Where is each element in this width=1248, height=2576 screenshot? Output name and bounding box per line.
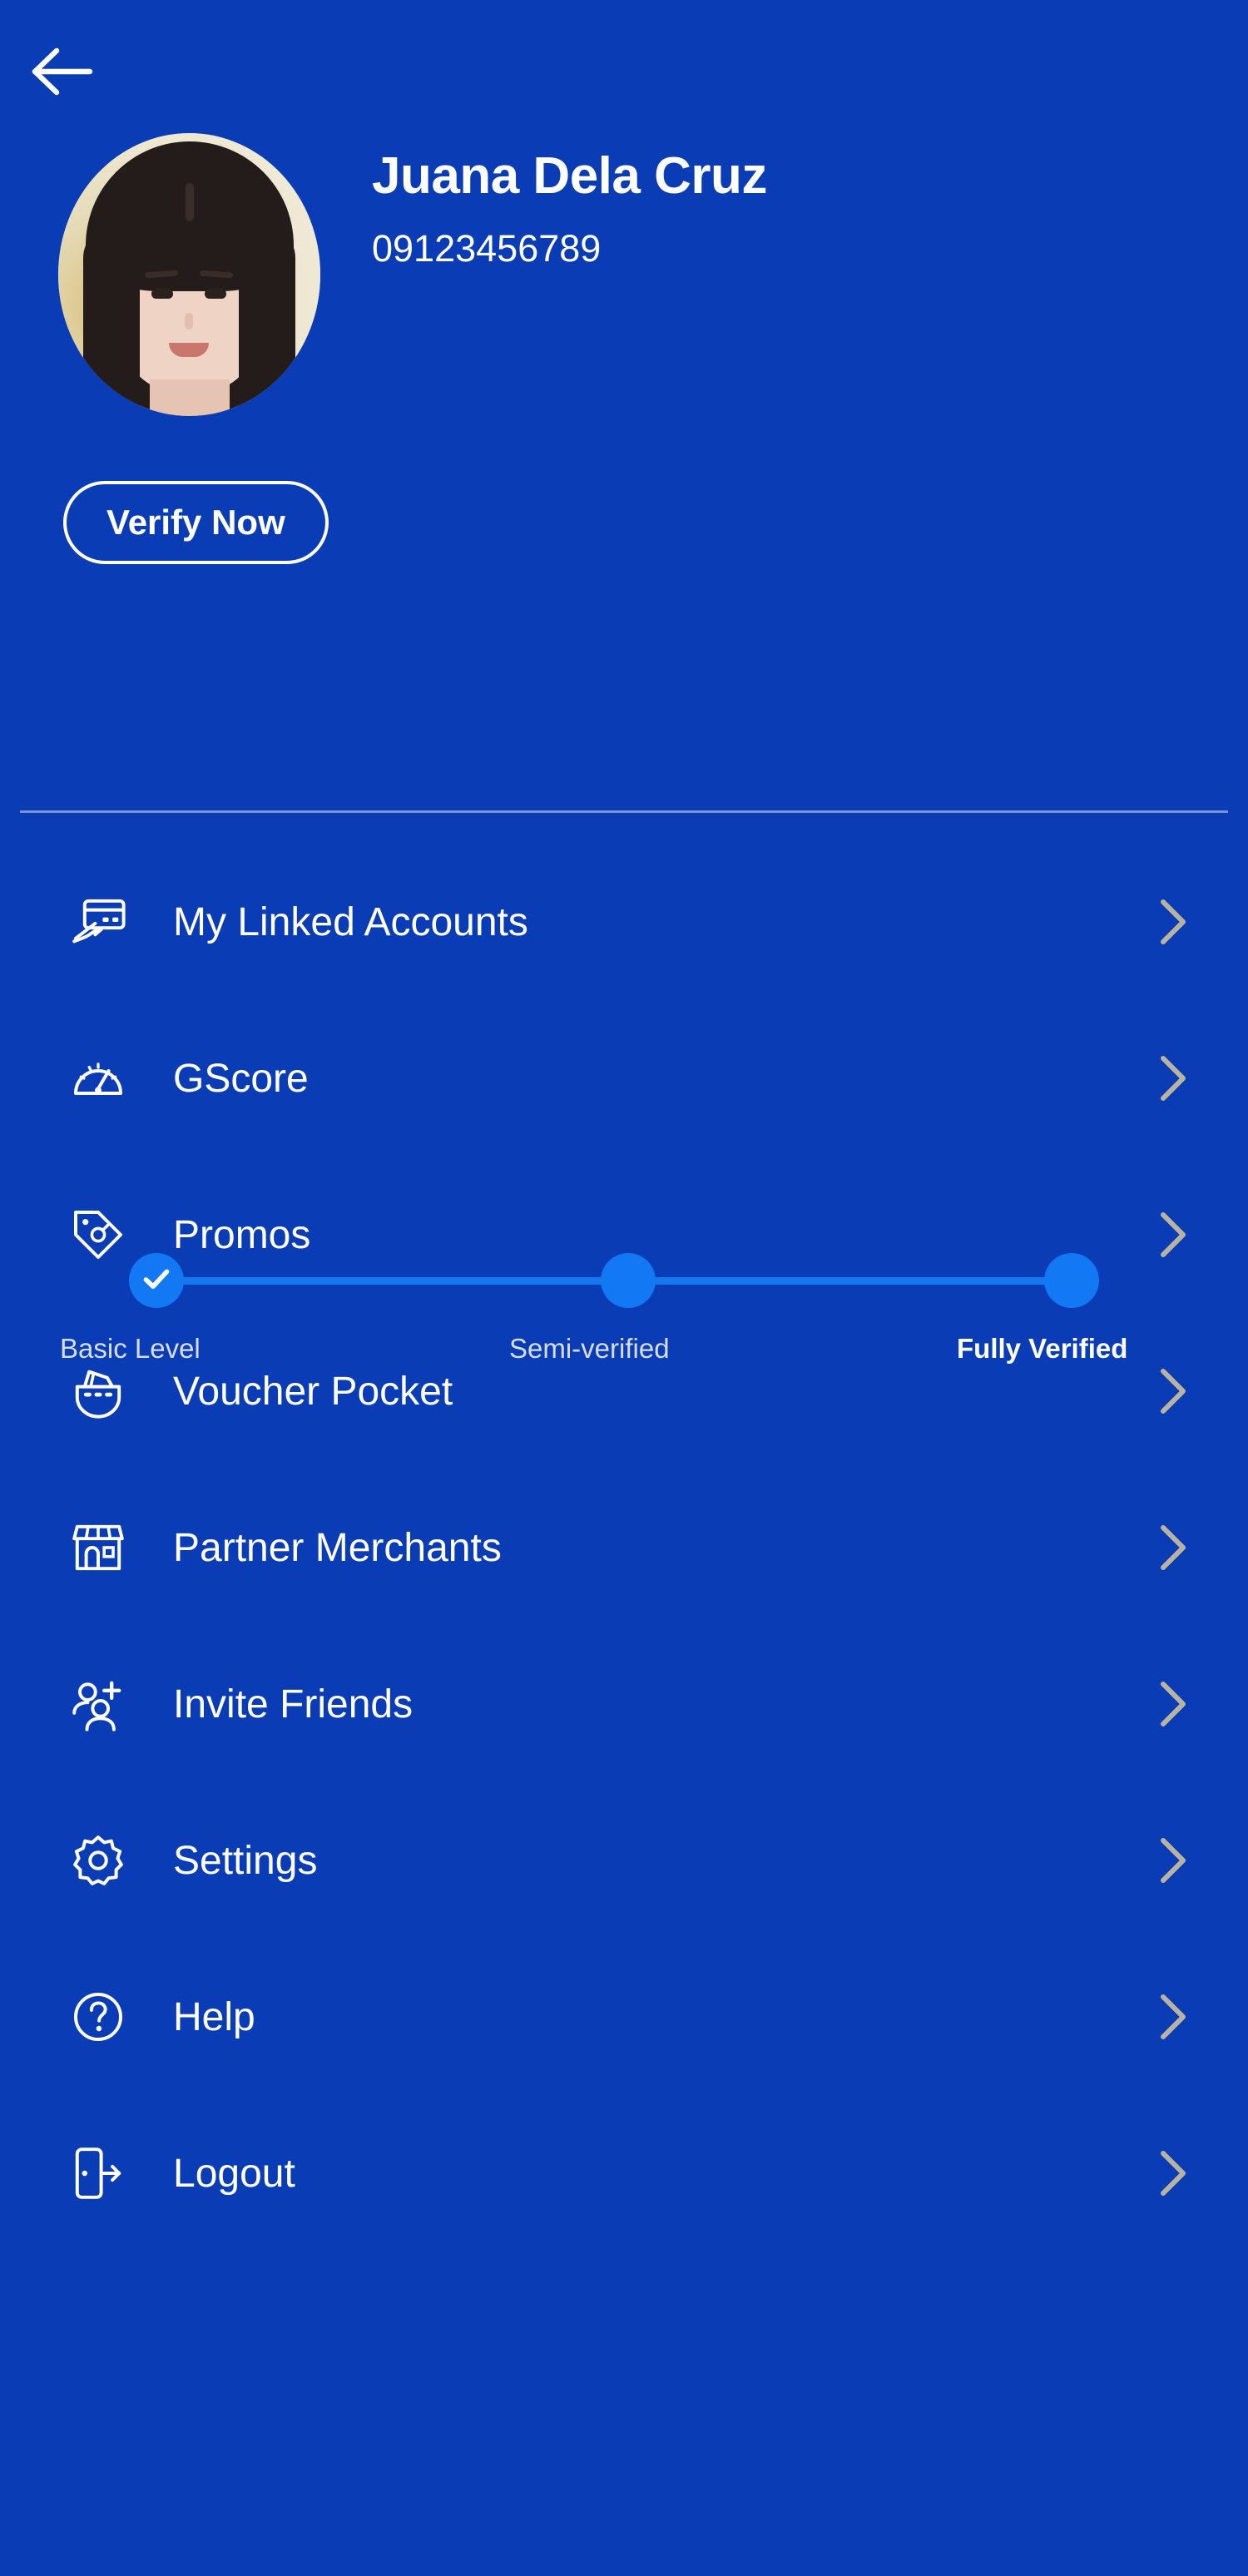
chevron-right-icon[interactable] [1155,1835,1191,1885]
menu-item-label: Invite Friends [173,1682,414,1726]
chevron-right-icon[interactable] [1155,1366,1191,1416]
gauge-icon [58,1048,138,1108]
menu-item-gscore[interactable]: GScore [0,1000,1248,1157]
avatar-nose [185,313,193,329]
profile-name: Juana Dela Cruz [372,147,767,205]
menu-item-label: Logout [173,2151,295,2196]
menu-item-label: GScore [173,1056,309,1101]
chevron-right-icon[interactable] [1155,2148,1191,2198]
menu-item-partner-merchants[interactable]: Partner Merchants [0,1469,1248,1626]
menu-item-label: Partner Merchants [173,1525,502,1570]
avatar-eye-right [205,288,226,299]
price-tag-icon [58,1205,138,1265]
menu-item-promos[interactable]: Promos [0,1157,1248,1313]
menu-item-label: Help [173,1994,255,2039]
section-divider [20,810,1228,813]
arrow-left-icon [32,46,93,97]
chevron-right-icon[interactable] [1155,1992,1191,2042]
menu-item-settings[interactable]: Settings [0,1782,1248,1939]
verification-stepper: Basic Level Semi-verified Fully Verified [0,616,1248,1364]
menu-item-label: Settings [173,1838,318,1883]
menu-item-help[interactable]: Help [0,1939,1248,2095]
chevron-right-icon[interactable] [1155,1053,1191,1103]
chevron-right-icon[interactable] [1155,1679,1191,1729]
profile-screen: Juana Dela Cruz 09123456789 Verify Now B… [0,0,1248,2576]
menu-item-label: My Linked Accounts [173,899,528,944]
gear-icon [58,1830,138,1890]
avatar-neck [149,379,230,416]
back-button[interactable] [32,30,123,113]
menu-item-label: Promos [173,1212,311,1257]
menu-item-invite-friends[interactable]: Invite Friends [0,1626,1248,1782]
menu-item-label: Voucher Pocket [173,1369,453,1414]
user-plus-icon [58,1674,138,1734]
logout-door-icon [58,2143,138,2203]
profile-phone: 09123456789 [372,227,602,270]
storefront-icon [58,1518,138,1578]
chevron-right-icon[interactable] [1155,1210,1191,1260]
avatar-hair-right [239,225,295,416]
verify-now-button[interactable]: Verify Now [63,481,329,564]
avatar[interactable] [58,133,320,416]
credit-card-swipe-icon [58,892,138,952]
chevron-right-icon[interactable] [1155,897,1191,947]
menu-item-my-linked-accounts[interactable]: My Linked Accounts [0,844,1248,1000]
menu-item-logout[interactable]: Logout [0,2095,1248,2252]
avatar-hair-part [185,183,194,221]
profile-text: Juana Dela Cruz 09123456789 [372,133,767,270]
profile-header: Juana Dela Cruz 09123456789 [58,133,767,416]
menu-item-voucher-pocket[interactable]: Voucher Pocket [0,1313,1248,1469]
chevron-right-icon[interactable] [1155,1523,1191,1573]
avatar-eye-left [151,288,173,299]
voucher-pocket-icon [58,1361,138,1421]
question-circle-icon [58,1987,138,2047]
avatar-hair-left [83,225,140,416]
menu-list: My Linked Accounts GScore Promos Voucher… [0,844,1248,2252]
